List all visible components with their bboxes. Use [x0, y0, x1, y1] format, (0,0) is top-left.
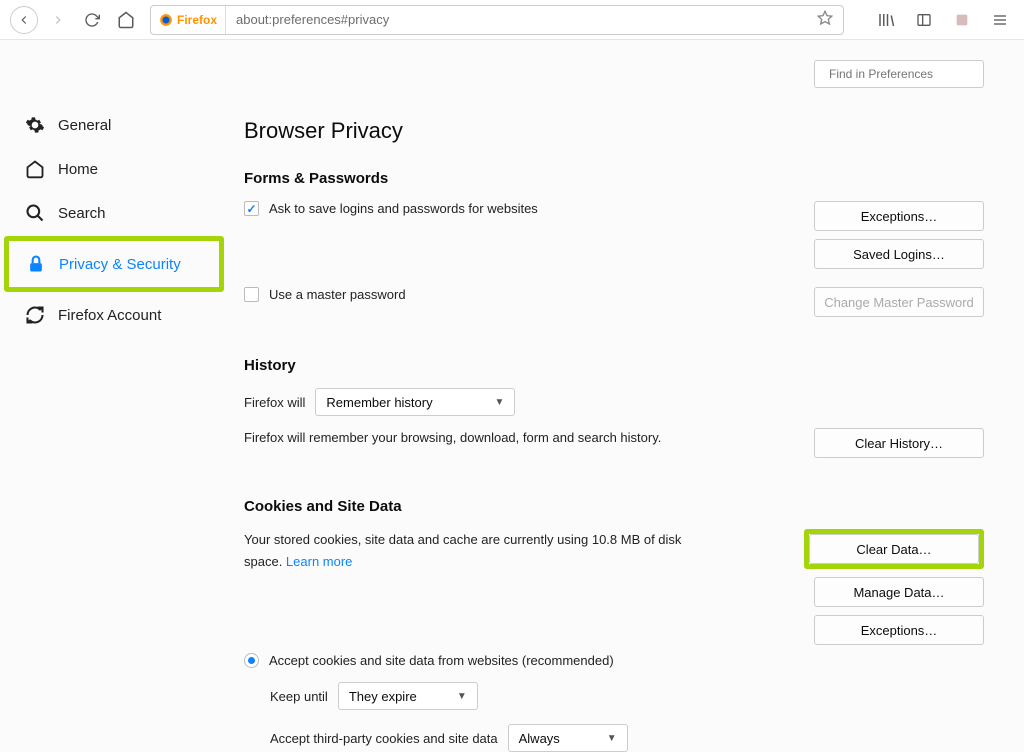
sidebar-item-label: Firefox Account: [58, 307, 161, 324]
home-button[interactable]: [112, 6, 140, 34]
pocket-icon[interactable]: [948, 6, 976, 34]
home-icon: [24, 158, 46, 180]
sidebar-item-account[interactable]: Firefox Account: [4, 294, 224, 336]
find-input[interactable]: [829, 67, 984, 81]
lock-icon: [25, 253, 47, 275]
sidebar-highlight: Privacy & Security: [4, 236, 224, 292]
history-mode-select[interactable]: Remember history ▼: [315, 388, 515, 416]
ask-save-logins-label: Ask to save logins and passwords for web…: [269, 201, 538, 216]
section-heading: Cookies and Site Data: [244, 498, 984, 515]
sidebar-item-label: Privacy & Security: [59, 256, 181, 273]
section-heading: Forms & Passwords: [244, 170, 984, 187]
sidebar-item-search[interactable]: Search: [4, 192, 224, 234]
keep-until-label: Keep until: [270, 689, 328, 704]
sidebar-toggle-icon[interactable]: [910, 6, 938, 34]
accept-cookies-radio[interactable]: [244, 653, 259, 668]
toolbar-right: [860, 6, 1014, 34]
third-party-label: Accept third-party cookies and site data: [270, 731, 498, 746]
clear-history-button[interactable]: Clear History…: [814, 428, 984, 458]
sidebar-item-home[interactable]: Home: [4, 148, 224, 190]
chevron-down-icon: ▼: [495, 397, 505, 408]
library-icon[interactable]: [872, 6, 900, 34]
sidebar-item-label: General: [58, 117, 111, 134]
clear-data-highlight: Clear Data…: [804, 529, 984, 569]
manage-data-button[interactable]: Manage Data…: [814, 577, 984, 607]
third-party-select[interactable]: Always ▼: [508, 724, 628, 752]
find-in-preferences[interactable]: [814, 60, 984, 88]
firefox-icon: [159, 13, 173, 27]
master-password-checkbox[interactable]: [244, 287, 259, 302]
url-bar[interactable]: Firefox about:preferences#privacy: [150, 5, 844, 35]
learn-more-link[interactable]: Learn more: [286, 554, 352, 569]
keep-until-select[interactable]: They expire ▼: [338, 682, 478, 710]
page-title: Browser Privacy: [244, 118, 984, 144]
section-heading: History: [244, 357, 984, 374]
section-history: History Firefox will Remember history ▼ …: [244, 357, 984, 458]
select-value: Always: [519, 731, 560, 746]
accept-cookies-label: Accept cookies and site data from websit…: [269, 653, 614, 668]
cookies-exceptions-button[interactable]: Exceptions…: [814, 615, 984, 645]
sidebar-item-label: Home: [58, 161, 98, 178]
clear-data-button[interactable]: Clear Data…: [809, 534, 979, 564]
section-cookies: Cookies and Site Data Your stored cookie…: [244, 498, 984, 752]
bookmark-star-icon[interactable]: [807, 10, 843, 29]
firefox-will-label: Firefox will: [244, 395, 305, 410]
cookies-description: Your stored cookies, site data and cache…: [244, 529, 704, 573]
search-icon: [24, 202, 46, 224]
sidebar-item-general[interactable]: General: [4, 104, 224, 146]
identity-box[interactable]: Firefox: [151, 6, 226, 34]
ask-save-logins-checkbox[interactable]: [244, 201, 259, 216]
change-master-password-button: Change Master Password: [814, 287, 984, 317]
saved-logins-button[interactable]: Saved Logins…: [814, 239, 984, 269]
brand-label: Firefox: [177, 13, 217, 27]
reload-button[interactable]: [78, 6, 106, 34]
history-description: Firefox will remember your browsing, dow…: [244, 428, 661, 449]
sidebar-item-label: Search: [58, 205, 106, 222]
section-forms-passwords: Forms & Passwords Ask to save logins and…: [244, 170, 984, 317]
sync-icon: [24, 304, 46, 326]
chevron-down-icon: ▼: [457, 691, 467, 702]
master-password-label: Use a master password: [269, 287, 406, 302]
select-value: They expire: [349, 689, 417, 704]
preferences-main: Browser Privacy Forms & Passwords Ask to…: [232, 40, 1024, 752]
url-text[interactable]: about:preferences#privacy: [226, 12, 807, 27]
browser-toolbar: Firefox about:preferences#privacy: [0, 0, 1024, 40]
preferences-sidebar: General Home Search Privacy & Security: [0, 40, 232, 752]
chevron-down-icon: ▼: [607, 733, 617, 744]
sidebar-item-privacy[interactable]: Privacy & Security: [9, 241, 219, 287]
exceptions-button[interactable]: Exceptions…: [814, 201, 984, 231]
gear-icon: [24, 114, 46, 136]
menu-icon[interactable]: [986, 6, 1014, 34]
select-value: Remember history: [326, 395, 432, 410]
forward-button: [44, 6, 72, 34]
back-button[interactable]: [10, 6, 38, 34]
